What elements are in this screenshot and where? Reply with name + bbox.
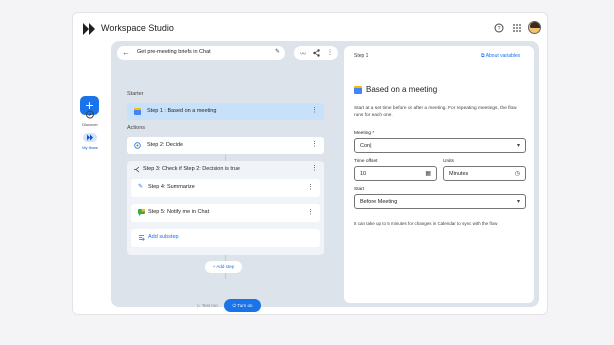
add-step-button[interactable]: + Add step <box>205 261 242 273</box>
flows-icon <box>83 133 97 142</box>
svg-text:?: ? <box>497 26 500 32</box>
panel-title: Based on a meeting <box>366 85 438 94</box>
step-2-card[interactable]: Step 2: Decide ⋮ <box>127 137 324 154</box>
time-offset-label: Time offset <box>354 159 378 164</box>
time-offset-value: 10 <box>360 171 367 177</box>
test-run-label: Test run <box>201 303 218 308</box>
help-icon[interactable]: ? <box>494 23 504 33</box>
meeting-value: Con| <box>360 143 372 149</box>
panel-step-label: Step 1 <box>354 53 369 59</box>
flow-actions-bar: 〰 ⋮ <box>294 46 338 60</box>
step-menu-icon[interactable]: ⋮ <box>307 183 314 191</box>
rail-item-my-flows[interactable]: My flows <box>73 133 107 150</box>
meeting-field[interactable]: Con| ▾ <box>354 138 526 153</box>
add-substep-button[interactable]: Add substep <box>131 229 320 247</box>
step-1-card[interactable]: Step 1 : Based on a meeting ⋮ <box>127 103 324 120</box>
calendar-picker-icon[interactable]: ▦ <box>425 170 431 177</box>
panel-description: Start at a set time before or after a me… <box>354 106 517 118</box>
add-substep-label: Add substep <box>148 234 179 240</box>
step-5-card[interactable]: Step 5: Notify me in Chat ⋮ <box>131 204 320 222</box>
step-label: Step 2: Decide <box>147 142 184 148</box>
step-label: Step 3: Check if Step 2: Decision is tru… <box>143 166 240 172</box>
decide-icon <box>134 142 141 149</box>
share-icon[interactable] <box>313 49 320 57</box>
chat-icon <box>138 209 145 216</box>
back-arrow-icon[interactable]: ← <box>122 48 130 57</box>
turn-on-button[interactable]: ⏻ Turn on <box>224 299 261 312</box>
units-label: Units <box>443 159 454 164</box>
step-menu-icon[interactable]: ⋮ <box>311 140 318 148</box>
apps-grid-icon[interactable] <box>512 23 522 33</box>
step-4-card[interactable]: ✎ Step 4: Summarize ⋮ <box>131 179 320 197</box>
chevron-down-icon: ▾ <box>516 143 520 149</box>
about-variables-label: About variables <box>485 53 521 59</box>
time-offset-field[interactable]: 10 ▦ <box>354 166 437 181</box>
edit-title-pencil-icon[interactable]: ✎ <box>275 48 280 55</box>
clock-icon[interactable]: ◷ <box>515 170 520 177</box>
add-substep-icon <box>139 235 145 241</box>
section-starter: Starter <box>127 91 144 97</box>
step-3-group: Step 3: Check if Step 2: Decision is tru… <box>127 161 324 255</box>
step-label: Step 5: Notify me in Chat <box>148 209 210 215</box>
rail-item-label: My flows <box>82 145 98 150</box>
start-label: Start <box>354 187 365 192</box>
step-menu-icon[interactable]: ⋮ <box>311 106 318 114</box>
about-variables-link[interactable]: ⧉ About variables <box>481 53 520 59</box>
app-title: Workspace Studio <box>101 23 174 33</box>
step-menu-icon[interactable]: ⋮ <box>307 208 314 216</box>
step-label: Step 4: Summarize <box>148 184 195 190</box>
workspace-studio-logo-icon <box>83 23 95 35</box>
connector-line <box>225 154 226 161</box>
step-label: Step 1 : Based on a meeting <box>147 108 217 114</box>
meeting-label: Meeting * <box>354 131 375 136</box>
section-actions: Actions <box>127 125 146 131</box>
app-window: Workspace Studio ? + Discover My flows ←… <box>72 12 548 315</box>
flow-title: Get pre-meeting briefs in Chat <box>137 49 211 55</box>
calendar-icon <box>354 86 362 94</box>
calendar-icon <box>134 108 141 115</box>
nav-rail: + Discover My flows <box>73 45 107 314</box>
start-select[interactable]: Before Meeting ▾ <box>354 194 526 209</box>
compass-icon <box>86 110 94 119</box>
turn-on-label: Turn on <box>237 303 253 308</box>
step-menu-icon[interactable]: ⋮ <box>311 164 318 172</box>
start-value: Before Meeting <box>360 199 398 205</box>
flow-title-bar: ← Get pre-meeting briefs in Chat ✎ <box>117 46 285 60</box>
units-field[interactable]: Minutes ◷ <box>443 166 526 181</box>
sync-note: It can take up to 5 minutes for changes … <box>354 221 498 226</box>
rail-item-discover[interactable]: Discover <box>73 110 107 127</box>
more-options-icon[interactable]: ⋮ <box>327 49 333 56</box>
connector-line <box>225 273 226 279</box>
rail-item-label: Discover <box>82 122 98 127</box>
units-value: Minutes <box>449 171 469 177</box>
edit-icon: ✎ <box>138 184 144 190</box>
branch-icon <box>134 166 140 173</box>
step-config-panel: Step 1 ⧉ About variables Based on a meet… <box>344 46 534 303</box>
chevron-down-icon: ▾ <box>516 199 520 205</box>
test-run-button[interactable]: ▷ Test run <box>190 299 225 312</box>
activity-icon[interactable]: 〰 <box>300 49 306 58</box>
avatar[interactable] <box>528 21 541 34</box>
